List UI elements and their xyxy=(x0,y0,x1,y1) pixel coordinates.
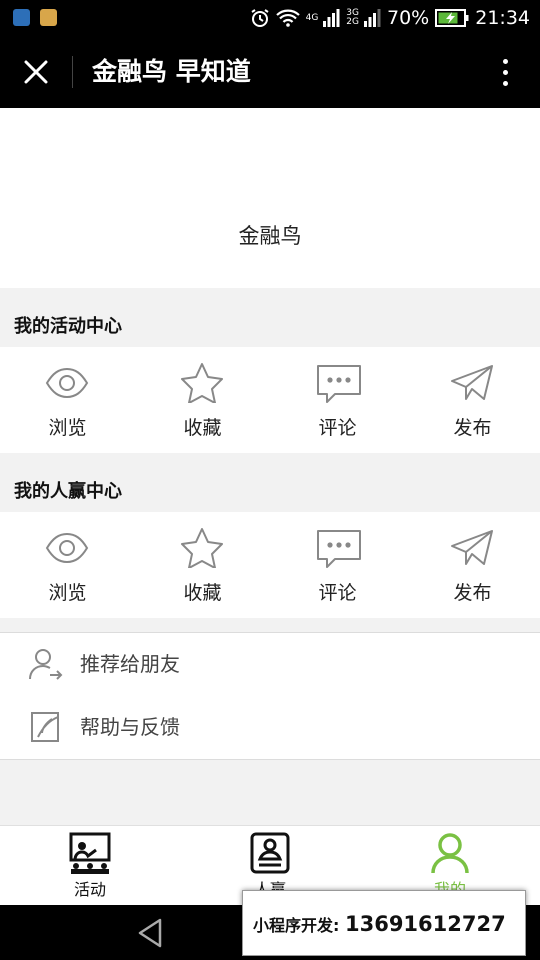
section-title: 我的活动中心 xyxy=(14,316,122,337)
signal-icon xyxy=(364,9,381,27)
section-title: 我的人赢中心 xyxy=(14,481,122,502)
comment-icon xyxy=(317,530,361,568)
app-notification-icon xyxy=(13,9,30,26)
developer-contact-overlay: 小程序开发: 13691612727 xyxy=(242,890,526,956)
paper-plane-icon xyxy=(451,365,493,400)
status-bar: 4G 3G 2G 70% 21:34 xyxy=(0,0,540,36)
star-icon xyxy=(181,363,223,403)
menu-item-label: 帮助与反馈 xyxy=(80,715,180,739)
overlay-phone: 13691612727 xyxy=(344,912,506,936)
more-vertical-icon xyxy=(502,80,508,86)
paper-plane-icon xyxy=(451,530,493,565)
more-button[interactable] xyxy=(490,54,520,90)
profile-card[interactable]: 金融鸟 xyxy=(0,108,540,288)
renying-browse-button[interactable]: 浏览 xyxy=(0,512,135,618)
presentation-icon xyxy=(69,832,111,874)
close-icon xyxy=(24,60,48,84)
icon-caption: 收藏 xyxy=(183,582,222,604)
icon-caption: 发布 xyxy=(453,417,492,439)
share-user-icon xyxy=(29,649,63,680)
battery-charging-icon xyxy=(435,9,469,27)
renying-center-header: 我的人赢中心 xyxy=(0,467,540,513)
star-icon xyxy=(181,528,223,568)
wifi-icon xyxy=(275,9,300,27)
back-triangle-icon[interactable] xyxy=(136,917,166,949)
title-divider xyxy=(72,56,73,88)
battery-percent: 70% xyxy=(387,7,430,29)
user-icon xyxy=(431,833,469,874)
activity-publish-button[interactable]: 发布 xyxy=(405,347,540,453)
overlay-label: 小程序开发: xyxy=(253,916,340,935)
signal-icon xyxy=(323,9,340,27)
help-feedback-item[interactable]: 帮助与反馈 xyxy=(0,696,540,760)
feedback-icon xyxy=(31,712,59,742)
profile-card-icon xyxy=(250,832,290,874)
profile-name: 金融鸟 xyxy=(238,224,302,248)
renying-publish-button[interactable]: 发布 xyxy=(405,512,540,618)
activity-comment-button[interactable]: 评论 xyxy=(270,347,405,453)
app-notification-icon xyxy=(40,9,57,26)
comment-icon xyxy=(317,365,361,403)
close-button[interactable] xyxy=(14,52,58,92)
more-vertical-icon xyxy=(502,69,508,75)
activity-browse-button[interactable]: 浏览 xyxy=(0,347,135,453)
icon-caption: 浏览 xyxy=(48,417,87,439)
icon-caption: 收藏 xyxy=(183,417,222,439)
eye-icon xyxy=(45,367,89,399)
title-bar: 金融鸟 早知道 xyxy=(0,36,540,108)
eye-icon xyxy=(45,532,89,564)
menu-item-label: 推荐给朋友 xyxy=(80,652,180,676)
icon-caption: 评论 xyxy=(318,582,357,604)
recommend-to-friend-item[interactable]: 推荐给朋友 xyxy=(0,632,540,697)
activity-center-row: 浏览 收藏 评论 发布 xyxy=(0,347,540,453)
alarm-icon xyxy=(251,9,269,27)
tab-activity[interactable]: 活动 xyxy=(0,826,180,906)
activity-center-header: 我的活动中心 xyxy=(0,302,540,348)
renying-comment-button[interactable]: 评论 xyxy=(270,512,405,618)
status-time: 21:34 xyxy=(475,7,530,29)
more-vertical-icon xyxy=(502,58,508,64)
renying-favorite-button[interactable]: 收藏 xyxy=(135,512,270,618)
icon-caption: 发布 xyxy=(453,582,492,604)
tab-label: 活动 xyxy=(73,880,106,899)
icon-caption: 浏览 xyxy=(48,582,87,604)
activity-favorite-button[interactable]: 收藏 xyxy=(135,347,270,453)
network-type-label: 3G 2G xyxy=(346,8,359,27)
page-title: 金融鸟 早知道 xyxy=(92,57,251,86)
network-type-label: 4G xyxy=(305,12,319,23)
renying-center-row: 浏览 收藏 评论 发布 xyxy=(0,512,540,618)
icon-caption: 评论 xyxy=(318,417,357,439)
